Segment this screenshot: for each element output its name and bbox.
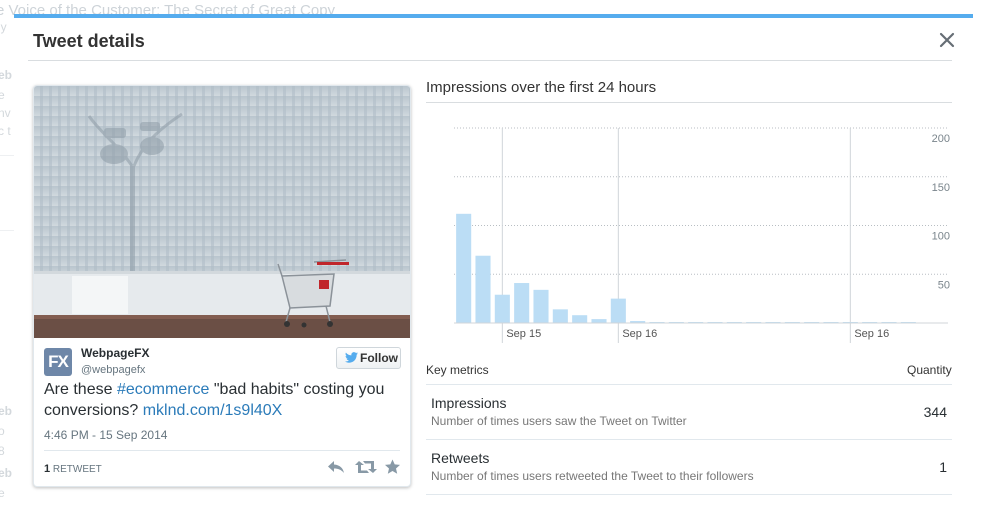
reply-button[interactable] [327, 459, 345, 475]
metrics-divider [426, 384, 952, 385]
background-fragment: 8 [0, 444, 5, 458]
chart-bar [475, 255, 491, 323]
tweet-details-modal: Tweet details FX WebpageFX @webpagefx Fo… [14, 14, 973, 508]
tweet-url-link[interactable]: mklnd.com/1s9l40X [143, 402, 283, 419]
chart-bar [572, 315, 588, 323]
metric-name: Retweets [431, 450, 490, 466]
retweet-count[interactable]: 1 RETWEET [44, 463, 102, 475]
impressions-chart: 50 100 150 200 Sep 15 Sep 16 Sep 16 [454, 127, 950, 343]
retweet-count-number: 1 [44, 463, 51, 475]
header-divider [28, 60, 952, 61]
embedded-tweet-card: FX WebpageFX @webpagefx Follow Are these… [33, 85, 411, 487]
modal-header: Tweet details [14, 18, 973, 60]
author-handle[interactable]: @webpagefx [81, 364, 145, 376]
background-fragment: eb [0, 466, 13, 480]
tweet-timestamp[interactable]: 4:46 PM - 15 Sep 2014 [44, 428, 167, 442]
follow-label: Follow [360, 351, 398, 365]
chart-bar [610, 298, 626, 323]
chart-title: Impressions over the first 24 hours [426, 79, 657, 96]
favorite-icon [385, 459, 400, 474]
y-tick-label: 50 [938, 279, 950, 291]
retweet-button[interactable] [355, 459, 377, 475]
background-fragment: o [0, 424, 5, 438]
card-divider [44, 450, 400, 451]
background-fragment: eb [0, 404, 13, 418]
retweet-icon [355, 461, 377, 473]
background-fragment: c t [0, 124, 11, 138]
y-tick-label: 100 [932, 231, 950, 243]
chart-bar [514, 283, 530, 323]
x-tick-label: Sep 15 [506, 328, 541, 340]
metrics-divider [426, 494, 952, 495]
metric-name: Impressions [431, 395, 507, 411]
chart-bar [591, 319, 607, 323]
metrics-header-label: Key metrics [426, 363, 489, 377]
tweet-photo[interactable] [34, 86, 410, 338]
twitter-bird-icon [345, 352, 358, 363]
chart-divider [426, 102, 952, 103]
tweet-text-part: Are these [44, 381, 117, 398]
chart-bar [456, 213, 472, 323]
background-fragment: e [0, 486, 5, 500]
modal-title: Tweet details [33, 31, 145, 51]
x-tick-label: Sep 16 [622, 328, 657, 340]
reply-icon [328, 461, 344, 473]
y-tick-label: 150 [932, 182, 950, 194]
metric-value: 344 [923, 404, 947, 420]
background-fragment: eb [0, 68, 13, 82]
metrics-divider [426, 439, 952, 440]
author-avatar[interactable]: FX [44, 348, 72, 376]
tweet-text: Are these #ecommerce "bad habits" costin… [44, 379, 404, 421]
chart-bar [494, 294, 510, 323]
metric-description: Number of times users retweeted the Twee… [431, 469, 754, 483]
background-divider [0, 230, 14, 231]
y-tick-label: 200 [932, 133, 950, 145]
retweet-count-label: RETWEET [52, 464, 102, 475]
background-fragment: ly [0, 20, 7, 34]
chart-bar [552, 309, 568, 323]
background-divider [0, 155, 14, 156]
x-tick-label: Sep 16 [854, 328, 889, 340]
metric-value: 1 [939, 459, 947, 475]
chart-bar [533, 289, 549, 323]
metric-description: Number of times users saw the Tweet on T… [431, 414, 687, 428]
metrics-header-quantity: Quantity [907, 363, 952, 377]
author-name[interactable]: WebpageFX [81, 346, 149, 360]
close-icon [939, 32, 955, 48]
favorite-button[interactable] [384, 459, 402, 475]
background-fragment: e [0, 88, 5, 102]
close-button[interactable] [939, 32, 955, 48]
background-fragment: nv [0, 106, 11, 120]
follow-button[interactable]: Follow [336, 347, 401, 369]
hashtag-link[interactable]: #ecommerce [117, 381, 209, 398]
